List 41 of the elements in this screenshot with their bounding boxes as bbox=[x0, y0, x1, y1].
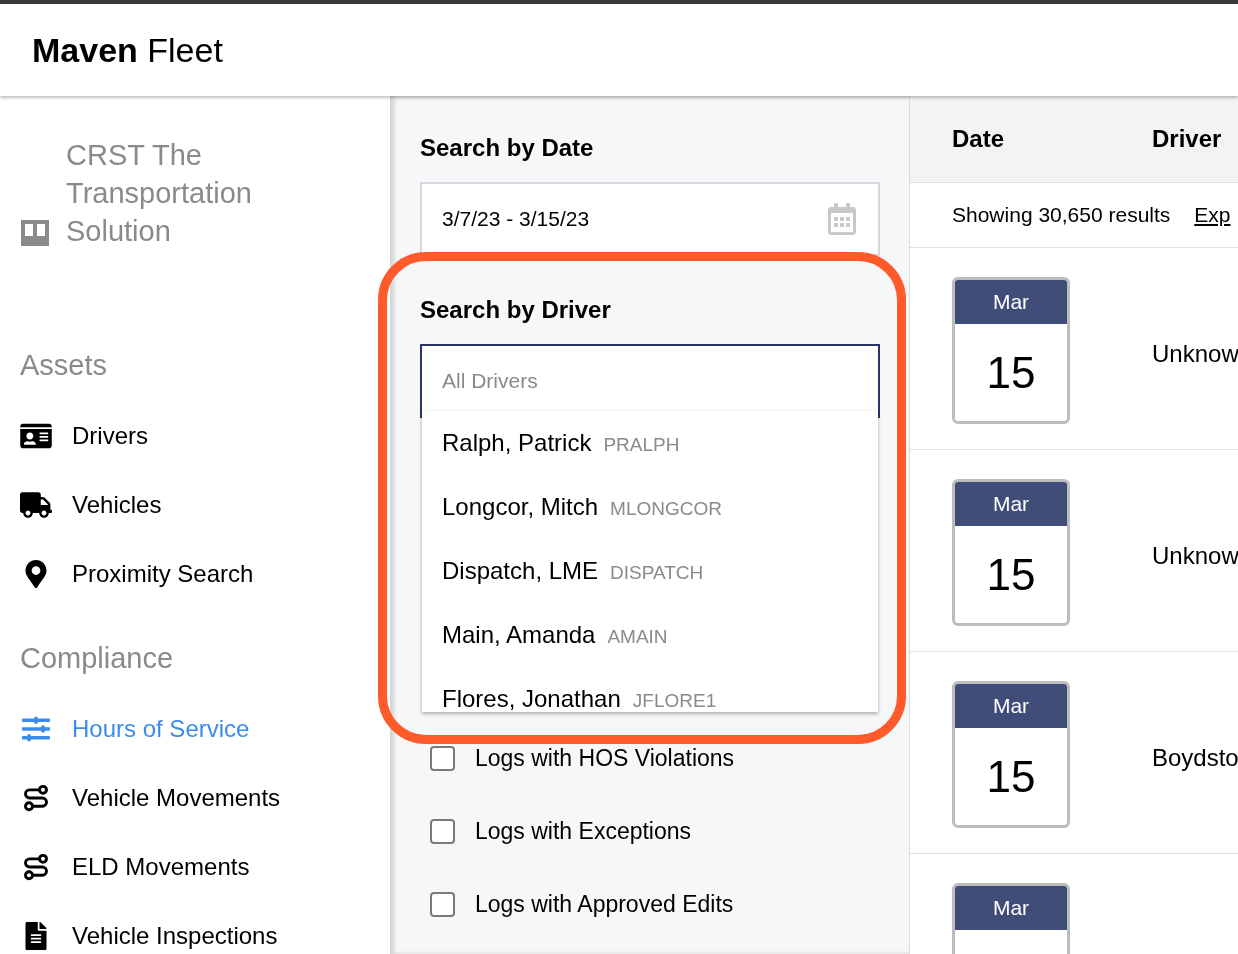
column-header: Date bbox=[952, 124, 1006, 154]
driver-name: Unknow bbox=[1152, 339, 1238, 369]
driver-option[interactable]: Main, Amanda AMAIN bbox=[422, 617, 878, 681]
driver-option[interactable]: Dispatch, LME DISPATCH bbox=[422, 553, 878, 617]
id-card-icon bbox=[20, 422, 52, 450]
section-heading: Compliance bbox=[20, 640, 175, 676]
driver-name: Unknow bbox=[1152, 541, 1238, 571]
driver-name: Boydsto bbox=[1152, 743, 1238, 773]
driver-option[interactable]: Flores, Jonathan JFLORE1 bbox=[422, 681, 878, 712]
nav-item[interactable]: Vehicle Inspections bbox=[20, 901, 390, 954]
section-label: Search by Driver bbox=[420, 295, 611, 325]
driver-option[interactable]: Longcor, Mitch MLONGCOR bbox=[422, 489, 878, 553]
checkbox[interactable] bbox=[430, 891, 455, 917]
date-badge: Mar bbox=[952, 883, 1070, 954]
section-heading: Assets bbox=[20, 348, 109, 383]
nav-item[interactable]: Vehicles bbox=[20, 470, 390, 540]
results-count: Showing 30,650 results bbox=[952, 202, 1171, 229]
column-header: Driver bbox=[1152, 124, 1222, 154]
checkbox[interactable] bbox=[430, 818, 455, 844]
date-badge: Mar 15 bbox=[952, 479, 1070, 626]
checkbox[interactable] bbox=[430, 745, 455, 771]
truck-icon bbox=[20, 491, 52, 519]
checkbox-label: Logs with Exceptions bbox=[475, 816, 692, 846]
calendar-icon bbox=[826, 203, 858, 235]
nav-item[interactable]: Vehicle Movements bbox=[20, 763, 390, 832]
section-label: Search by Date bbox=[420, 133, 594, 163]
date-badge: Mar 15 bbox=[952, 277, 1070, 424]
driver-search-field[interactable]: All Drivers bbox=[420, 344, 880, 418]
driver-option[interactable]: Ralph, Patrick PRALPH bbox=[422, 425, 878, 489]
date-badge: Mar 15 bbox=[952, 681, 1070, 828]
checkbox-label: Logs with Approved Edits bbox=[475, 889, 734, 919]
checkbox-label: Logs with HOS Violations bbox=[475, 743, 735, 773]
date-range-field[interactable]: 3/7/23 - 3/15/23 bbox=[420, 182, 880, 256]
building-icon bbox=[20, 220, 50, 246]
export-link[interactable]: Exp bbox=[1194, 199, 1231, 231]
nav-item[interactable]: Drivers bbox=[20, 401, 390, 471]
sliders-icon bbox=[20, 714, 52, 743]
app-title: Maven Fleet bbox=[32, 29, 223, 71]
nav-item[interactable]: ELD Movements bbox=[20, 832, 390, 901]
nav-item[interactable]: Proximity Search bbox=[20, 539, 390, 609]
company-name: CRST The Transportation Solution bbox=[66, 138, 253, 249]
